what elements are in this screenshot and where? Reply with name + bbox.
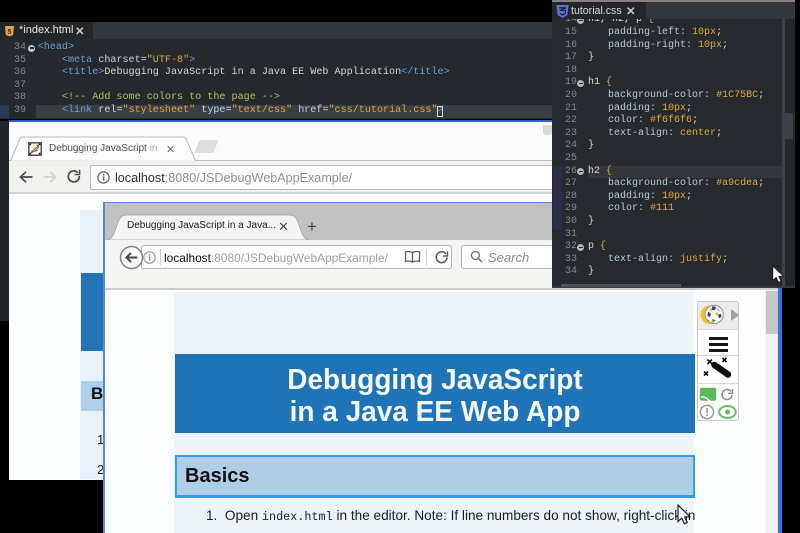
svg-text:5: 5 [8,29,12,36]
